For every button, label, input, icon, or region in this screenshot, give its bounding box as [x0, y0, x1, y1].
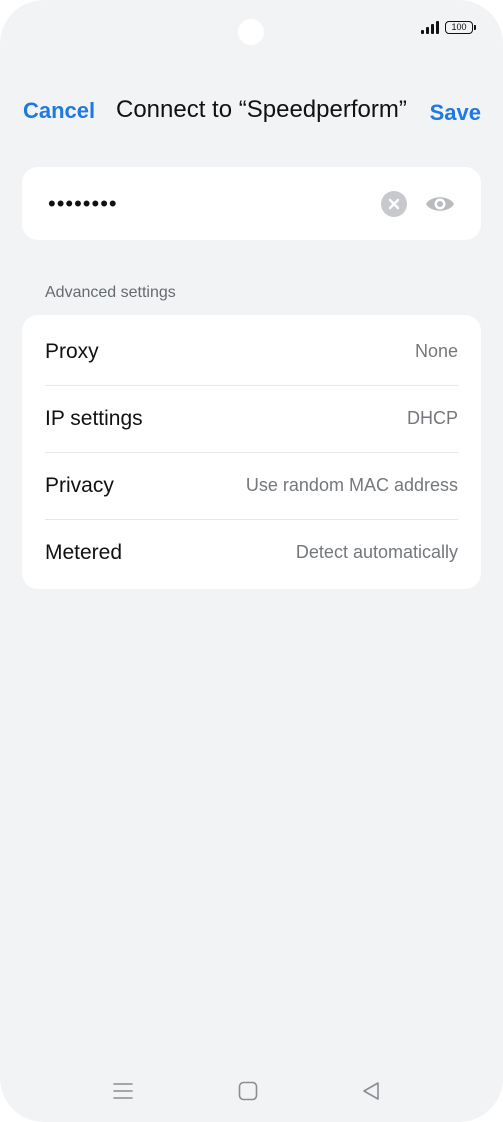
- row-value: Detect automatically: [295, 542, 458, 562]
- row-label: IP settings: [45, 406, 143, 430]
- signal-bars-icon: [421, 21, 439, 34]
- section-label-advanced: Advanced settings: [45, 284, 176, 301]
- password-field[interactable]: [48, 191, 348, 217]
- clear-icon[interactable]: [381, 191, 407, 217]
- status-bar: 100: [421, 21, 476, 34]
- back-icon[interactable]: [361, 1081, 381, 1106]
- phone-screen: 100 Cancel Connect to “Speedperform” Sav…: [0, 0, 503, 1122]
- battery-icon: 100: [445, 21, 476, 34]
- camera-cutout: [238, 19, 264, 45]
- row-privacy[interactable]: Privacy Use random MAC address: [45, 452, 458, 519]
- eye-icon[interactable]: [424, 192, 456, 216]
- row-label: Privacy: [45, 473, 114, 497]
- row-value: Use random MAC address: [245, 475, 458, 495]
- row-metered[interactable]: Metered Detect automatically: [45, 519, 458, 586]
- row-label: Metered: [45, 540, 123, 564]
- cancel-button[interactable]: Cancel: [23, 98, 95, 124]
- row-proxy[interactable]: Proxy None: [45, 318, 458, 385]
- advanced-settings-list: Proxy None IP settings DHCP Privacy Use …: [22, 315, 481, 589]
- battery-level: 100: [451, 22, 467, 32]
- page-title: Connect to “Speedperform”: [116, 96, 407, 123]
- navigation-bar: [0, 1075, 503, 1107]
- menu-icon[interactable]: [113, 1082, 133, 1105]
- row-label: Proxy: [45, 339, 99, 363]
- row-value: DHCP: [406, 408, 458, 428]
- header-bar: Cancel Connect to “Speedperform” Save: [0, 92, 503, 132]
- row-value: None: [414, 341, 458, 361]
- home-icon[interactable]: [238, 1081, 258, 1106]
- save-button[interactable]: Save: [430, 100, 481, 126]
- password-card: [22, 167, 481, 240]
- row-ip-settings[interactable]: IP settings DHCP: [45, 385, 458, 452]
